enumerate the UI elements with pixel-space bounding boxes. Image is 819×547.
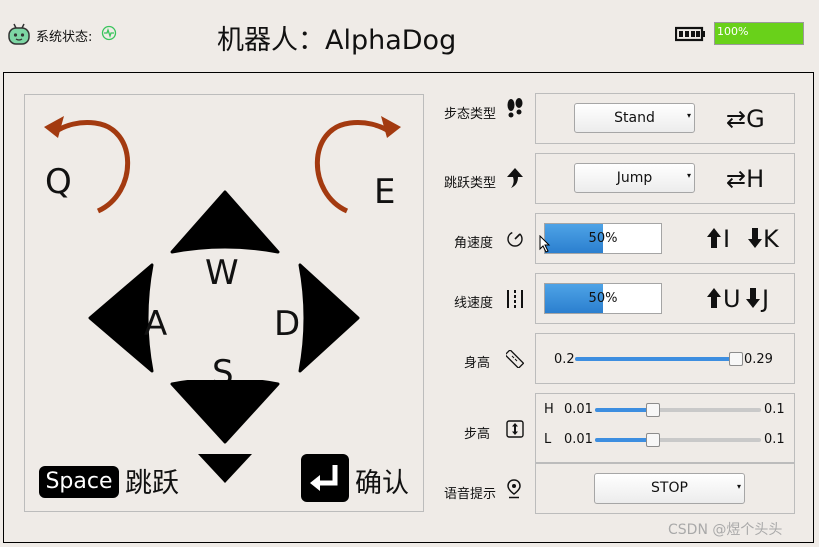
move-right-arrow-icon[interactable] [296, 263, 360, 373]
linear-speed-text: 50% [588, 291, 618, 306]
jump-type-select[interactable]: Jump ▾ [574, 163, 695, 193]
arrow-down-icon [746, 288, 760, 308]
space-key[interactable]: Space [39, 466, 119, 498]
ruler-icon [506, 350, 524, 368]
forward-key-label: W [205, 253, 239, 293]
rotation-speed-icon [507, 231, 523, 247]
voice-prompt-label: 语音提示 [444, 487, 497, 502]
vertical-resize-icon [506, 420, 524, 438]
rotate-left-key-label: Q [45, 162, 72, 202]
step-l-slider-handle[interactable] [645, 433, 660, 447]
angular-up-key: I [723, 225, 731, 253]
arrow-up-icon [707, 228, 721, 248]
step-l-max: 0.1 [764, 432, 785, 447]
jump-arrow-icon [507, 168, 523, 188]
linear-up-key: U [723, 285, 741, 313]
robot-title: 机器人：AlphaDog [217, 25, 457, 56]
arrow-down-icon [748, 228, 762, 248]
move-backward-arrow-icon[interactable] [170, 380, 280, 485]
height-min: 0.2 [554, 352, 575, 367]
gait-type-label: 步态类型 [444, 107, 497, 122]
height-max: 0.29 [744, 352, 773, 367]
step-h-max: 0.1 [764, 402, 785, 417]
heartbeat-icon [101, 25, 117, 41]
angular-speed-text: 50% [588, 231, 618, 246]
battery-progress-bar: 100% [714, 22, 804, 45]
rotate-right-key-label: E [374, 172, 396, 212]
arrow-up-icon [707, 288, 721, 308]
step-h-label: H [544, 402, 554, 417]
jump-key-hint: ⇄H [726, 165, 765, 193]
angular-down-key: K [763, 225, 779, 253]
step-l-min: 0.01 [564, 432, 593, 447]
angular-speed-label: 角速度 [454, 236, 494, 251]
step-height-label: 步高 [464, 427, 491, 442]
jump-type-value: Jump [616, 170, 653, 186]
gait-key-hint: ⇄G [726, 105, 765, 133]
height-label: 身高 [464, 356, 491, 371]
step-h-slider-handle[interactable] [645, 403, 660, 417]
step-h-slider[interactable] [595, 403, 761, 417]
footprints-icon [507, 98, 523, 118]
height-slider-handle[interactable] [729, 352, 743, 366]
step-h-min: 0.01 [564, 402, 593, 417]
step-l-slider[interactable] [595, 433, 761, 447]
battery-icon [675, 26, 705, 42]
jump-type-label: 跳跃类型 [444, 176, 497, 191]
voice-prompt-value: STOP [651, 480, 688, 496]
gait-type-value: Stand [614, 110, 655, 126]
left-key-label: A [144, 304, 168, 344]
angular-speed-progress[interactable]: 50% [544, 223, 662, 254]
linear-speed-progress[interactable]: 50% [544, 283, 662, 314]
gait-type-select[interactable]: Stand ▾ [574, 103, 695, 133]
battery-percent-text: 100% [717, 25, 749, 38]
height-slider-fill [575, 357, 741, 361]
linear-speed-icon [507, 290, 523, 308]
height-slider[interactable] [575, 352, 743, 366]
chevron-down-icon: ▾ [736, 482, 741, 491]
jump-label: 跳跃 [125, 468, 179, 499]
chevron-down-icon: ▾ [686, 171, 691, 180]
location-pin-icon [507, 479, 521, 499]
step-l-slider-fill [595, 438, 650, 442]
confirm-label: 确认 [355, 468, 409, 499]
step-h-slider-fill [595, 408, 650, 412]
watermark: CSDN @煜个头头 [668, 522, 783, 538]
linear-speed-label: 线速度 [454, 296, 494, 311]
move-forward-arrow-icon[interactable] [170, 190, 280, 256]
system-status-label: 系统状态: [36, 30, 93, 45]
robot-icon [8, 23, 30, 45]
mouse-cursor-icon [539, 235, 551, 253]
enter-key-icon[interactable] [300, 453, 350, 503]
linear-down-key: J [762, 285, 770, 313]
chevron-down-icon: ▾ [686, 111, 691, 120]
voice-prompt-select[interactable]: STOP ▾ [594, 473, 745, 504]
right-key-label: D [274, 304, 301, 344]
step-l-label: L [544, 432, 552, 447]
